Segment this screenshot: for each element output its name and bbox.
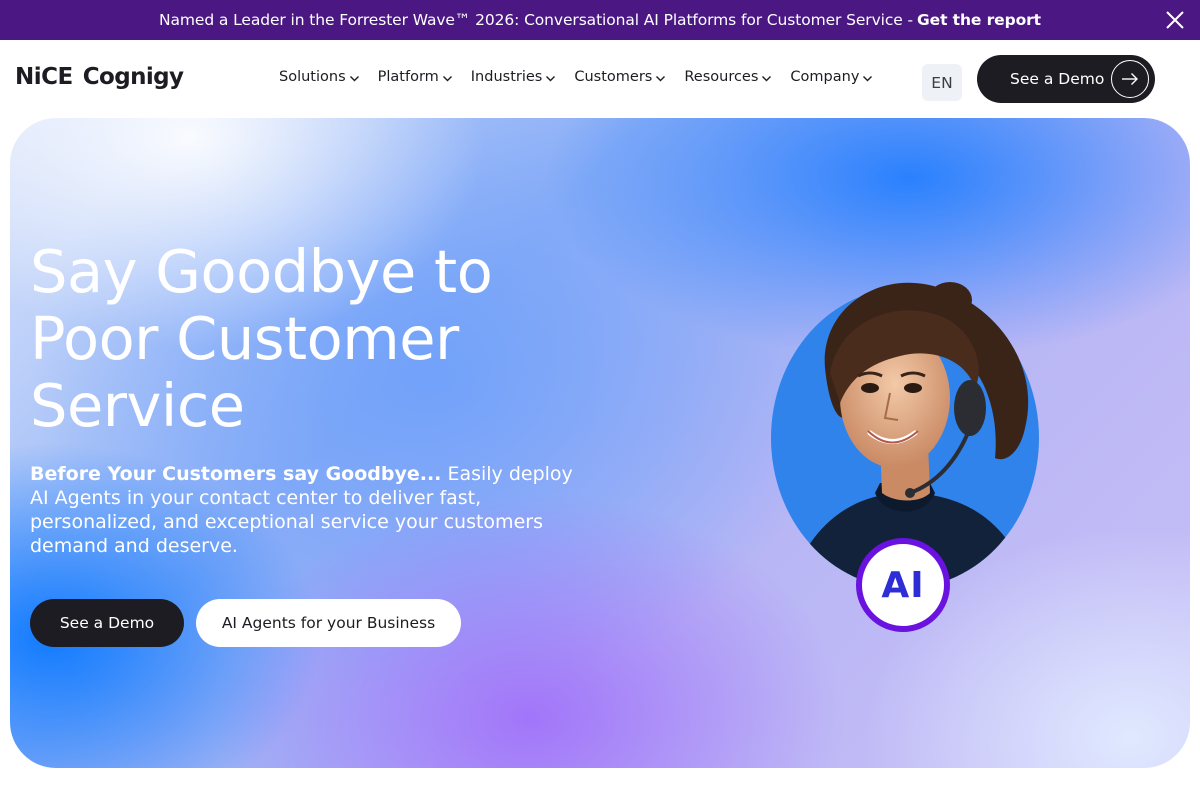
logo-product: Cognigy [82, 64, 184, 90]
header-demo-button[interactable]: See a Demo [977, 55, 1155, 103]
site-header: NiCE Cognigy Solutions Platform Industri… [0, 40, 1200, 118]
ai-badge: AI [856, 538, 950, 632]
hero-subtitle-lead: Before Your Customers say Goodbye... [30, 463, 442, 485]
get-report-link[interactable]: Get the report [917, 11, 1041, 29]
header-demo-label: See a Demo [1010, 70, 1105, 88]
nav-resources[interactable]: Resources [675, 69, 781, 85]
chevron-down-icon [546, 75, 556, 81]
chevron-down-icon [442, 75, 452, 81]
nav-label: Solutions [279, 69, 346, 85]
nav-label: Industries [470, 69, 543, 85]
logo[interactable]: NiCE Cognigy [15, 64, 184, 90]
chevron-down-icon [656, 75, 666, 81]
nav-label: Resources [684, 69, 759, 85]
see-demo-button[interactable]: See a Demo [30, 599, 184, 647]
hero-section: Say Goodbye to Poor Customer Service Bef… [10, 118, 1190, 768]
nav-company[interactable]: Company [781, 69, 882, 85]
arrow-right-icon [1111, 60, 1149, 98]
close-icon[interactable] [1164, 9, 1186, 31]
nav-solutions[interactable]: Solutions [270, 69, 369, 85]
logo-brand: NiCE [15, 64, 73, 90]
chevron-down-icon [762, 75, 772, 81]
chevron-down-icon [863, 75, 873, 81]
hero-title: Say Goodbye to Poor Customer Service [30, 237, 493, 440]
nav-platform[interactable]: Platform [369, 69, 462, 85]
nav-label: Platform [377, 69, 439, 85]
chevron-down-icon [349, 75, 359, 81]
main-nav: Solutions Platform Industries Customers … [270, 69, 882, 85]
announcement-bar: Named a Leader in the Forrester Wave™ 20… [0, 0, 1200, 40]
nav-customers[interactable]: Customers [565, 69, 675, 85]
language-selector[interactable]: EN [922, 64, 962, 101]
ai-agents-button[interactable]: AI Agents for your Business [196, 599, 461, 647]
nav-label: Customers [574, 69, 653, 85]
nav-label: Company [790, 69, 860, 85]
announcement-text: Named a Leader in the Forrester Wave™ 20… [159, 11, 914, 29]
hero-subtitle: Before Your Customers say Goodbye... Eas… [30, 462, 575, 558]
nav-industries[interactable]: Industries [462, 69, 566, 85]
